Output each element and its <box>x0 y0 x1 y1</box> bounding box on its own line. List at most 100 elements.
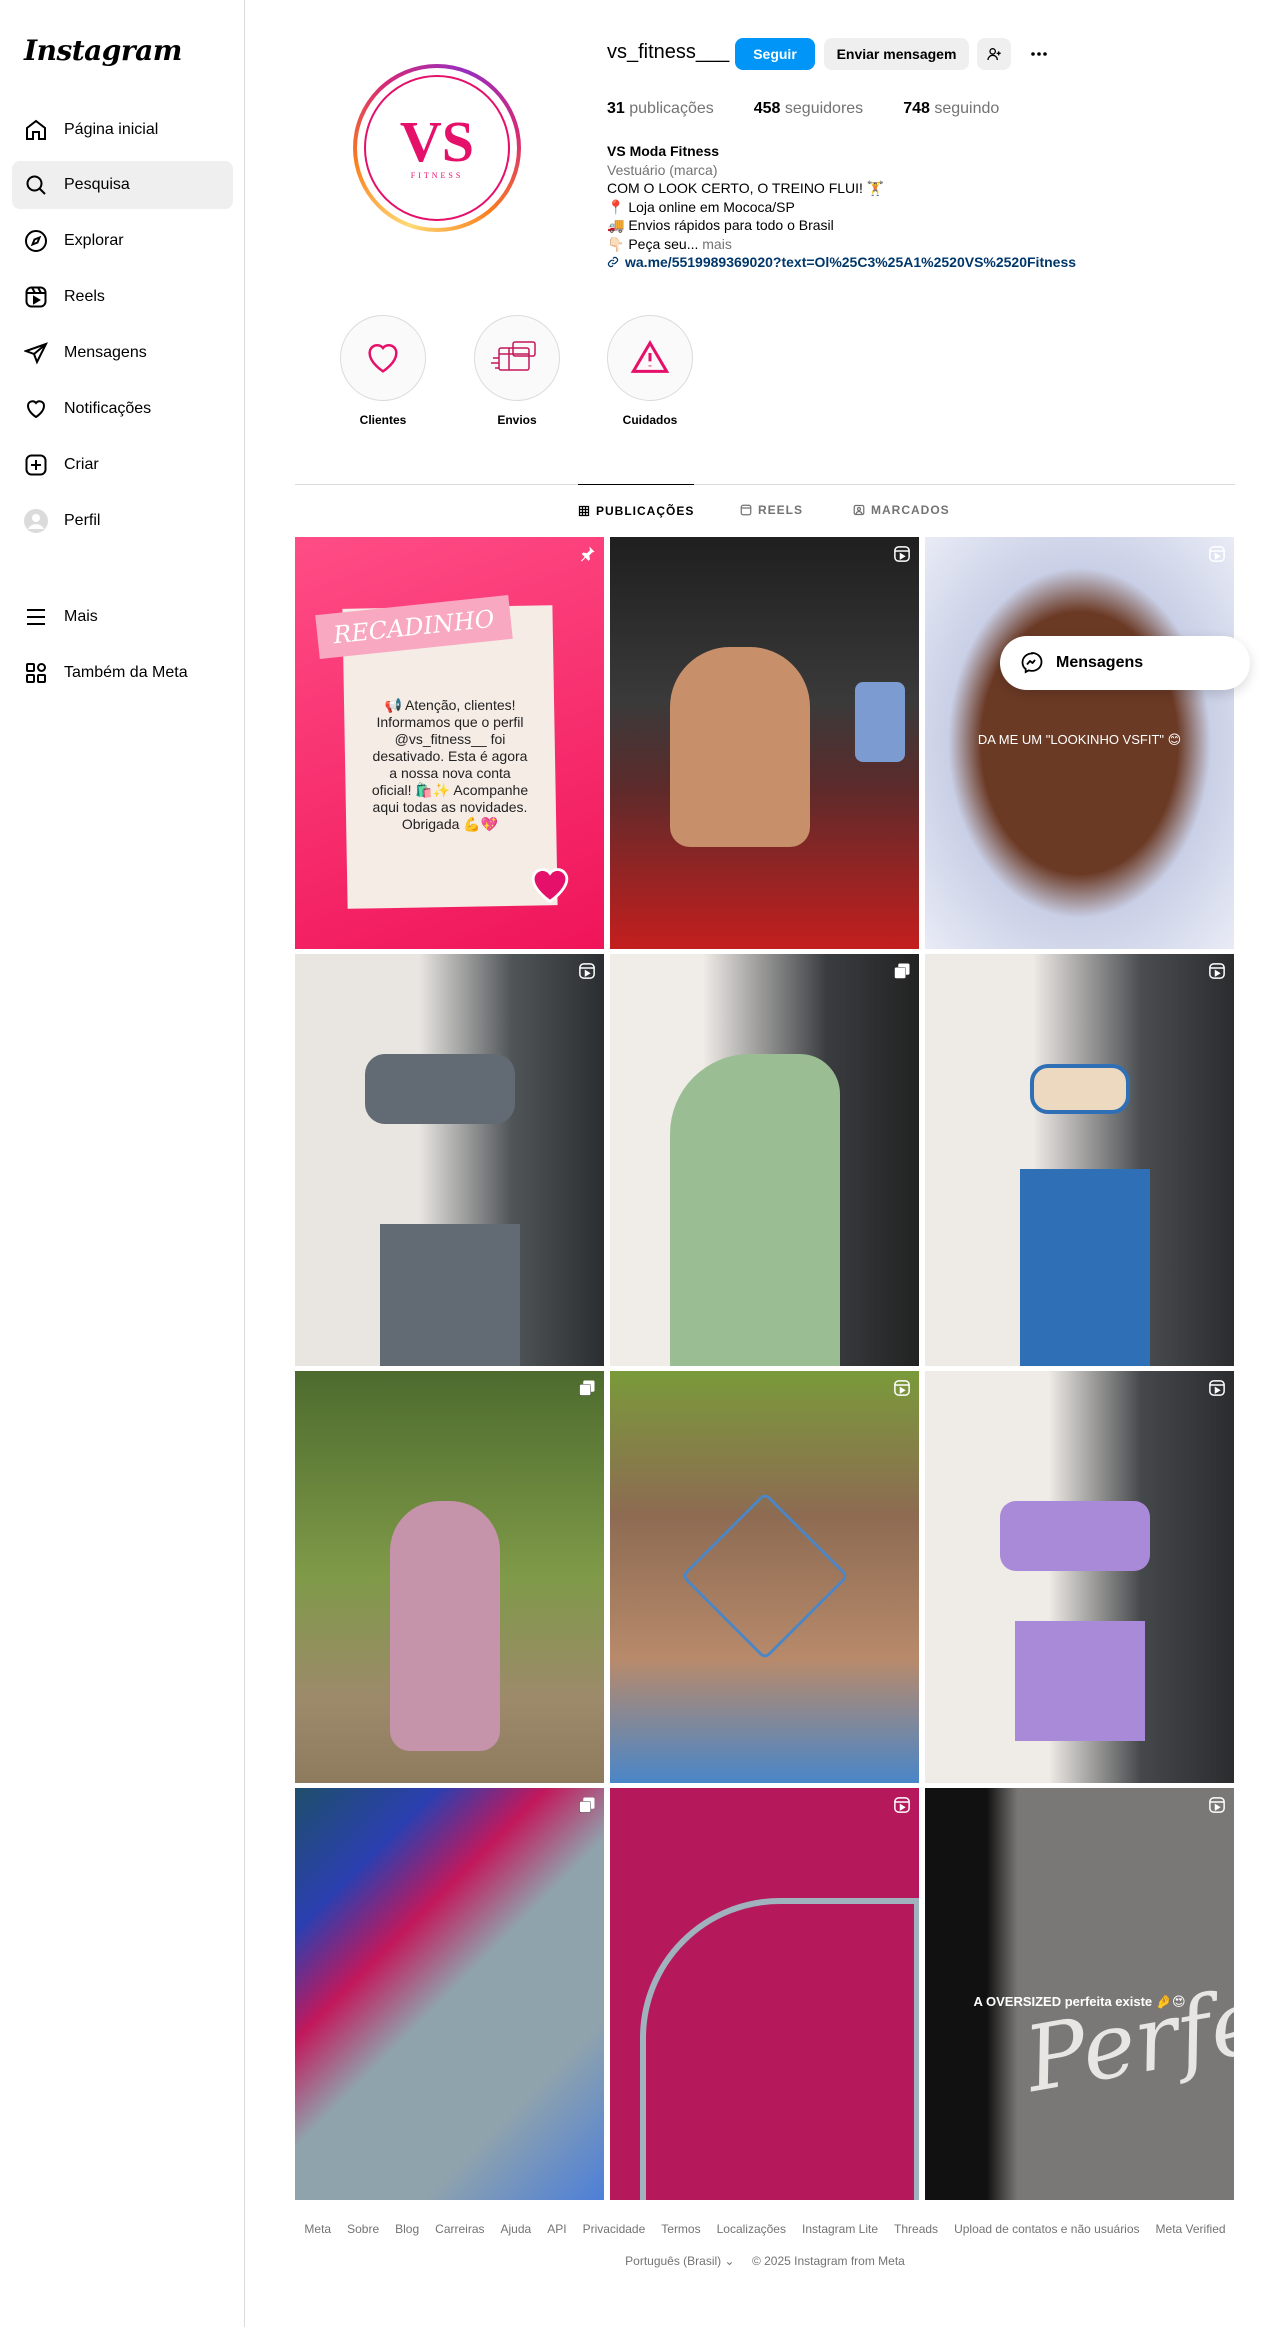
highlight-label: Cuidados <box>622 413 678 427</box>
reel-icon <box>1209 963 1225 979</box>
post-tile[interactable]: RECADINHO 📢 Atenção, clientes! Informamo… <box>295 537 604 949</box>
footer-link[interactable]: Meta Verified <box>1156 2222 1226 2236</box>
sidebar-item-messages[interactable]: Mensagens <box>12 329 233 377</box>
sidebar-item-home[interactable]: Página inicial <box>12 106 233 154</box>
footer-link[interactable]: API <box>547 2222 566 2236</box>
footer-link[interactable]: Carreiras <box>435 2222 484 2236</box>
footer-link[interactable]: Privacidade <box>583 2222 646 2236</box>
tab-posts[interactable]: PUBLICAÇÕES <box>578 484 695 536</box>
highlight-label: Envios <box>497 413 537 427</box>
footer-link[interactable]: Sobre <box>347 2222 379 2236</box>
sidebar-item-create[interactable]: Criar <box>12 441 233 489</box>
photo-trim <box>640 1898 919 2200</box>
sidebar-item-label: Reels <box>64 288 105 305</box>
messages-pill-button[interactable]: Mensagens <box>1000 636 1250 690</box>
tab-label: REELS <box>758 503 804 517</box>
reel-icon <box>579 963 595 979</box>
following-count[interactable]: 748 seguindo <box>903 100 999 118</box>
post-tile[interactable] <box>295 1371 604 1783</box>
photo-subject <box>670 647 810 847</box>
sidebar-item-profile[interactable]: Perfil <box>12 497 233 545</box>
followers-count[interactable]: 458 seguidores <box>754 100 863 118</box>
plus-square-icon <box>24 453 48 477</box>
footer-links: Meta Sobre Blog Carreiras Ajuda API Privacidad… <box>295 2222 1235 2236</box>
post-tile[interactable] <box>925 1371 1234 1783</box>
grid-icon <box>578 505 590 516</box>
send-message-button[interactable]: Enviar mensagem <box>824 38 969 70</box>
highlight-clientes[interactable]: Clientes <box>338 315 428 427</box>
post-tile[interactable] <box>295 1788 604 2200</box>
post-tile[interactable] <box>295 954 604 1366</box>
post-shirt-text: Perfe <box>1017 1968 1234 2113</box>
photo-subject <box>390 1501 500 1751</box>
more-horizontal-icon <box>1031 52 1047 56</box>
package-icon <box>491 341 536 371</box>
reel-icon <box>894 1380 910 1396</box>
highlight-cover <box>607 315 693 401</box>
carousel-icon <box>579 1797 595 1813</box>
post-tile[interactable] <box>610 1371 919 1783</box>
tagged-icon <box>853 504 865 516</box>
sidebar-item-more[interactable]: Mais <box>12 593 233 641</box>
messages-pill-label: Mensagens <box>1056 654 1144 671</box>
sidebar-item-label: Criar <box>64 456 99 473</box>
messenger-icon <box>1021 652 1043 674</box>
footer-link[interactable]: Instagram Lite <box>802 2222 878 2236</box>
footer-link[interactable]: Threads <box>894 2222 938 2236</box>
instagram-logo[interactable]: Instagram <box>24 34 182 67</box>
post-tile[interactable]: Perfe A OVERSIZED perfeita existe 🤌😍 <box>925 1788 1234 2200</box>
highlight-cover <box>340 315 426 401</box>
sidebar-item-label: Página inicial <box>64 121 159 138</box>
sidebar-item-explore[interactable]: Explorar <box>12 217 233 265</box>
tab-label: MARCADOS <box>871 503 950 517</box>
paper-plane-icon <box>24 341 48 365</box>
suggest-accounts-button[interactable] <box>977 38 1011 70</box>
reel-icon <box>1209 546 1225 562</box>
post-tile[interactable] <box>610 537 919 949</box>
avatar-logo: VS FITNESS <box>357 68 517 228</box>
sidebar-item-notifications[interactable]: Notificações <box>12 385 233 433</box>
grid-apps-icon <box>24 661 48 685</box>
sidebar-item-label: Perfil <box>64 512 101 529</box>
avatar-logo-text: VS <box>400 109 474 174</box>
photo-subject <box>1015 1621 1145 1741</box>
highlight-cover <box>474 315 560 401</box>
sidebar-item-reels[interactable]: Reels <box>12 273 233 321</box>
post-tile[interactable] <box>610 954 919 1366</box>
post-tile[interactable] <box>925 954 1234 1366</box>
photo-subject <box>670 1054 840 1366</box>
highlight-envios[interactable]: Envios <box>472 315 562 427</box>
profile-avatar[interactable]: VS FITNESS <box>353 64 521 232</box>
sidebar-item-label: Notificações <box>64 400 152 417</box>
footer-link[interactable]: Blog <box>395 2222 419 2236</box>
footer-link[interactable]: Termos <box>661 2222 700 2236</box>
avatar-icon <box>24 509 48 533</box>
language-selector[interactable]: Português (Brasil) <box>625 2254 721 2268</box>
sidebar-item-label: Mensagens <box>64 344 147 361</box>
sidebar-item-also-from-meta[interactable]: Também da Meta <box>12 649 233 697</box>
post-tile[interactable]: DA ME UM "LOOKINHO VSFIT" 😊 <box>925 537 1234 949</box>
photo-phone <box>855 682 905 762</box>
highlight-cuidados[interactable]: Cuidados <box>605 315 695 427</box>
bio-line: COM O LOOK CERTO, O TREINO FLUI! 🏋️ <box>607 180 885 196</box>
post-overlay-text: DA ME UM "LOOKINHO VSFIT" 😊 <box>977 732 1182 747</box>
bio-more-link[interactable]: mais <box>702 236 732 252</box>
bio-link[interactable]: wa.me/5519989369020?text=Ol%25C3%25A1%25… <box>625 253 1076 272</box>
footer-link[interactable]: Ajuda <box>501 2222 532 2236</box>
reel-icon <box>1209 1380 1225 1396</box>
tab-reels[interactable]: REELS <box>740 484 803 536</box>
chevron-down-icon: ⌄ <box>724 2254 735 2268</box>
more-options-button[interactable] <box>1023 38 1055 70</box>
tab-tagged[interactable]: MARCADOS <box>853 484 950 536</box>
profile-tabs: PUBLICAÇÕES REELS MARCADOS <box>295 484 1235 536</box>
footer-link[interactable]: Upload de contatos e não usuários <box>954 2222 1139 2236</box>
post-tile[interactable] <box>610 1788 919 2200</box>
carousel-icon <box>579 1380 595 1396</box>
bio-name: VS Moda Fitness <box>607 143 720 159</box>
photo-subject <box>365 1054 515 1124</box>
footer-link[interactable]: Localizações <box>717 2222 786 2236</box>
follow-button[interactable]: Seguir <box>735 38 815 70</box>
footer-link[interactable]: Meta <box>304 2222 331 2236</box>
copyright: © 2025 Instagram from Meta <box>751 2254 905 2268</box>
sidebar-item-search[interactable]: Pesquisa <box>12 161 233 209</box>
